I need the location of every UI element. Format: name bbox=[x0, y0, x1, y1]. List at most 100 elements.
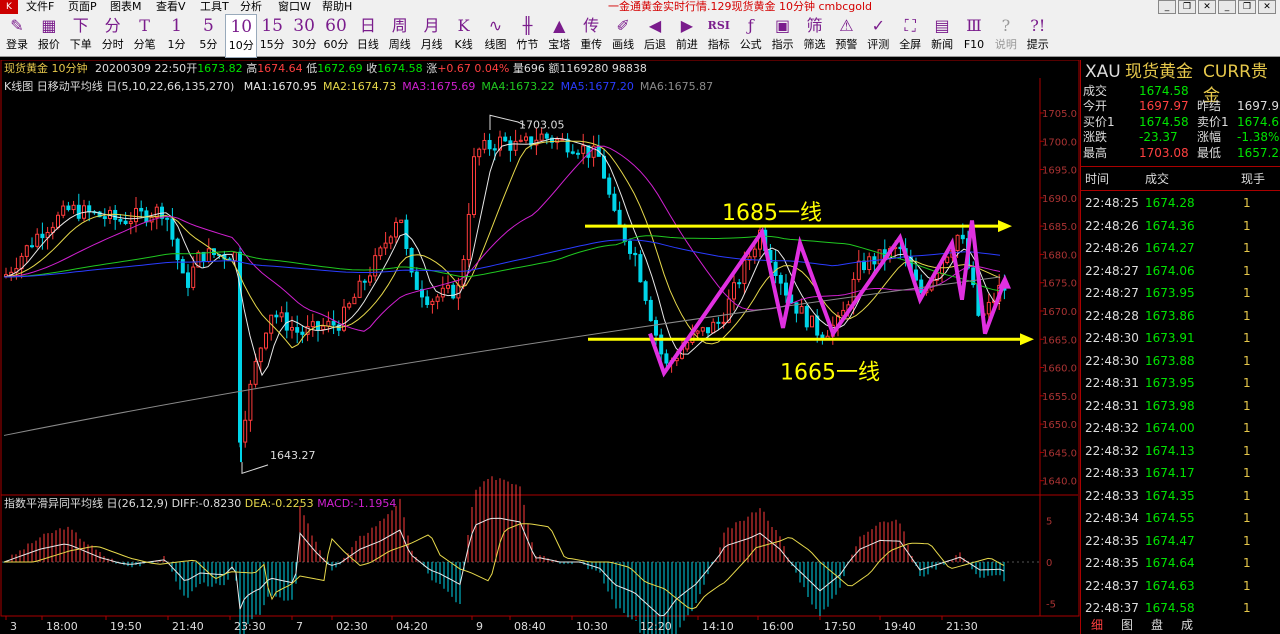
toolbar-daily-button[interactable]: 日日线 bbox=[353, 14, 383, 56]
toolbar-1min-button[interactable]: 1 1分 bbox=[162, 14, 192, 56]
toolbar-label: 全屏 bbox=[899, 38, 922, 51]
menu-item-0[interactable]: 文件F bbox=[26, 0, 54, 14]
menu-item-7[interactable]: 帮助H bbox=[322, 0, 352, 14]
time-axis-label: 04:20 bbox=[396, 620, 428, 633]
toolbar-weekly-button[interactable]: 周周线 bbox=[385, 14, 415, 56]
toolbar-formula-button[interactable]: ƒ 公式 bbox=[736, 14, 766, 56]
toolbar-label: 30分 bbox=[291, 38, 317, 51]
change-label: 涨 bbox=[426, 62, 438, 75]
menu-item-5[interactable]: 分析 bbox=[240, 0, 262, 14]
menu-item-1[interactable]: 页面P bbox=[68, 0, 97, 14]
toolbar-tips-button[interactable]: ?! 提示 bbox=[1023, 14, 1053, 56]
candle-body bbox=[274, 314, 279, 318]
price-tick-label: 1640.0 bbox=[1042, 477, 1077, 488]
panel-tab-2[interactable]: 盘 bbox=[1142, 617, 1172, 634]
open-label: 开 bbox=[186, 62, 198, 75]
candle-body bbox=[253, 361, 258, 385]
candle-body bbox=[175, 238, 180, 261]
toolbar-label: 分时 bbox=[101, 38, 124, 51]
tick-row: 22:48:32 1674.00 1 bbox=[1081, 417, 1280, 439]
price-tick-label: 1695.0 bbox=[1042, 166, 1077, 177]
toolbar-10min-button[interactable]: 10 10分 bbox=[225, 14, 258, 58]
toolbar-alert-button[interactable]: ⚠ 预警 bbox=[831, 14, 861, 56]
minimize-icon[interactable]: _ bbox=[1158, 0, 1176, 14]
tick-time: 22:48:32 bbox=[1085, 421, 1139, 435]
tick-price: 1673.95 bbox=[1145, 376, 1195, 390]
toolbar-label: 下单 bbox=[69, 38, 92, 51]
toolbar-indicator-button[interactable]: RSI 指标 bbox=[704, 14, 734, 56]
panel-tabs: 细图盘成 bbox=[1082, 617, 1280, 634]
kline-chart[interactable]: 1705.0 1700.0 1695.0 1690.0 1685.0 1680.0 1675… bbox=[0, 60, 1080, 634]
toolbar-intraday-button[interactable]: 分分时 bbox=[98, 14, 128, 56]
toolbar-fullscreen-button[interactable]: ⛶ 全屏 bbox=[895, 14, 925, 56]
toolbar-30min-button[interactable]: 30 30分 bbox=[289, 14, 319, 56]
toolbar-f10-button[interactable]: Ⅲ F10 bbox=[959, 14, 989, 56]
candle-body bbox=[654, 320, 658, 336]
toolbar-evaluate-button[interactable]: ✓ 评测 bbox=[863, 14, 893, 56]
toolbar-bamboo-button[interactable]: ╫ 竹节 bbox=[512, 14, 542, 56]
time-axis-label: 9 bbox=[476, 620, 483, 633]
tick-price: 1673.98 bbox=[1145, 398, 1195, 413]
menu-item-6[interactable]: 窗口W bbox=[278, 0, 311, 14]
candle-body bbox=[700, 327, 705, 332]
quote-row: 买价1 1674.58 卖价1 1674.61 bbox=[1081, 115, 1280, 130]
candle-body bbox=[524, 136, 528, 141]
toolbar-kline-button[interactable]: K K线 bbox=[449, 14, 479, 56]
toolbar-news-button[interactable]: ▤ 新闻 bbox=[927, 14, 957, 56]
toolbar-label: 预警 bbox=[835, 38, 858, 51]
app-logo-icon[interactable]: K bbox=[0, 0, 18, 14]
macd-value: MACD:-1.1954 bbox=[317, 497, 397, 510]
quote-value: 1697.95 bbox=[1237, 99, 1280, 114]
toolbar-order-button[interactable]: 下下单 bbox=[66, 14, 96, 56]
toolbar-login-button[interactable]: ✎ 登录 bbox=[2, 14, 32, 56]
panel-tab-3[interactable]: 成 bbox=[1172, 617, 1202, 634]
tick-row: 22:48:35 1674.47 1 bbox=[1081, 530, 1280, 552]
panel-tab-0[interactable]: 细 bbox=[1082, 617, 1112, 634]
panel-tab-1[interactable]: 图 bbox=[1112, 617, 1142, 634]
quote-value: 1674.58 bbox=[1139, 114, 1189, 129]
tick-row: 22:48:33 1674.35 1 bbox=[1081, 485, 1280, 507]
toolbar-manual-button[interactable]: ? 说明 bbox=[991, 14, 1021, 56]
candle-body bbox=[76, 204, 81, 219]
toolbar-back-button[interactable]: ◀ 后退 bbox=[640, 14, 670, 56]
restore-icon[interactable]: ❐ bbox=[1238, 0, 1256, 14]
toolbar-15min-button[interactable]: 15 15分 bbox=[257, 14, 287, 56]
close-icon[interactable]: ✕ bbox=[1258, 0, 1276, 14]
restore-icon[interactable]: ❐ bbox=[1178, 0, 1196, 14]
tick-price: 1674.17 bbox=[1145, 466, 1195, 480]
zigzag-wave bbox=[648, 220, 1006, 378]
candle-body bbox=[643, 281, 648, 301]
tick-time: 22:48:28 bbox=[1085, 308, 1139, 323]
toolbar-tower-button[interactable]: ▲ 宝塔 bbox=[544, 14, 574, 56]
toolbar-label: 周线 bbox=[388, 38, 411, 51]
menu-item-4[interactable]: 工具T bbox=[200, 0, 229, 14]
toolbar-indicate-button[interactable]: ▣ 指示 bbox=[768, 14, 798, 56]
toolbar-draw-button[interactable]: ✐ 画线 bbox=[608, 14, 638, 56]
macd-dea: DEA:-0.2253 bbox=[244, 497, 314, 510]
minimize-icon[interactable]: _ bbox=[1218, 0, 1236, 14]
candle-body bbox=[61, 205, 66, 216]
toolbar-resend-button[interactable]: 传重传 bbox=[576, 14, 606, 56]
candle-body bbox=[778, 274, 783, 284]
toolbar-label: 指标 bbox=[707, 38, 730, 51]
support-arrow-icon bbox=[1020, 333, 1034, 346]
toolbar-forward-button[interactable]: ▶ 前进 bbox=[672, 14, 702, 56]
price-tick-label: 1705.0 bbox=[1042, 109, 1077, 120]
toolbar-filter-button[interactable]: 筛筛选 bbox=[800, 14, 830, 56]
toolbar-quote-button[interactable]: ▦ 报价 bbox=[34, 14, 64, 56]
candle-body bbox=[186, 272, 190, 288]
tick-header-qty: 现手 bbox=[1241, 172, 1266, 186]
high-value: 1674.64 bbox=[257, 62, 303, 75]
toolbar-monthly-button[interactable]: 月月线 bbox=[417, 14, 447, 56]
toolbar-5min-button[interactable]: 5 5分 bbox=[193, 14, 223, 56]
menu-item-2[interactable]: 图表M bbox=[110, 0, 142, 14]
candle-body bbox=[321, 325, 326, 331]
toolbar-label: F10 bbox=[963, 38, 985, 51]
kline-icon: K bbox=[457, 16, 470, 35]
menu-item-3[interactable]: 查看V bbox=[156, 0, 186, 14]
symbol-fullname: 现货黄金 bbox=[1125, 62, 1193, 82]
toolbar-linechart-button[interactable]: ∿ 线图 bbox=[481, 14, 511, 56]
close-icon[interactable]: ✕ bbox=[1198, 0, 1216, 14]
toolbar-60min-button[interactable]: 60 60分 bbox=[321, 14, 351, 56]
toolbar-tick-button[interactable]: T 分笔 bbox=[130, 14, 160, 56]
